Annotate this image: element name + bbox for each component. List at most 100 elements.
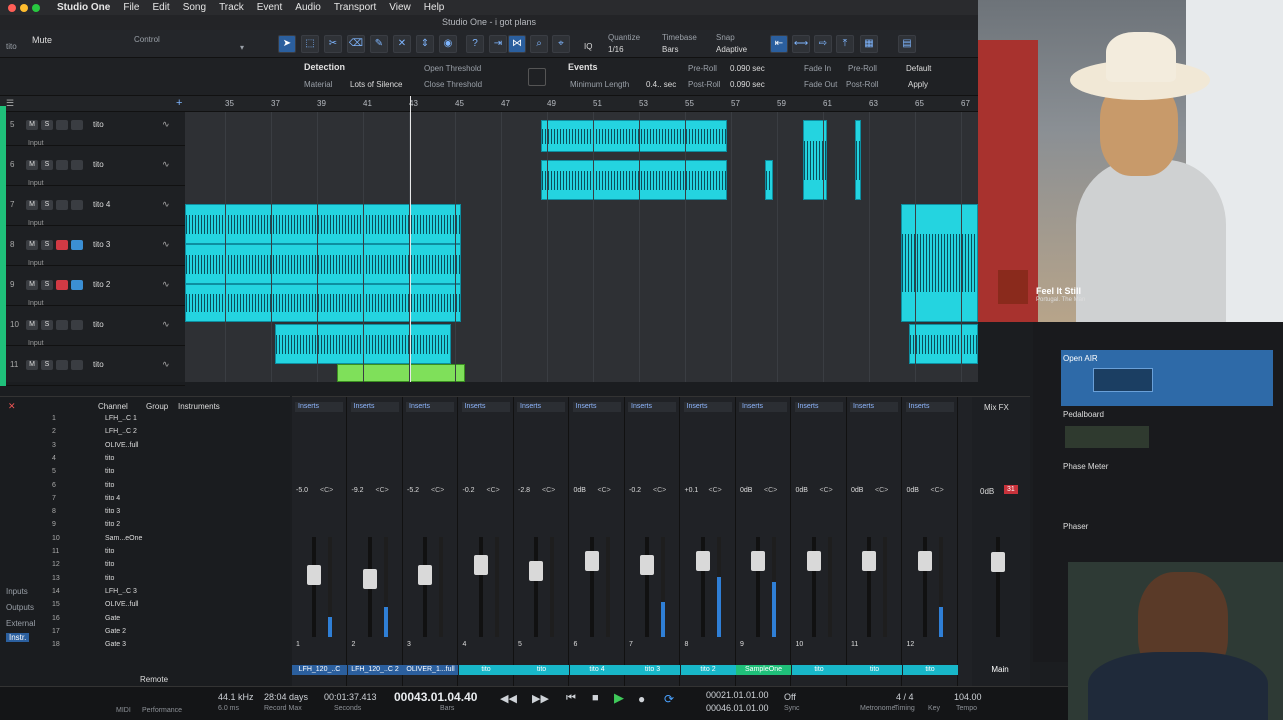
view-icon[interactable]: ▤ (898, 35, 916, 53)
inserts-header[interactable]: Inserts (794, 402, 843, 412)
record-arm-button[interactable] (56, 280, 68, 290)
menu-audio[interactable]: Audio (295, 2, 321, 13)
minimize-window-button[interactable] (20, 3, 28, 12)
menu-edit[interactable]: Edit (152, 2, 169, 13)
track-header[interactable]: 8 M Stito 3 Input ∿ (0, 226, 185, 267)
mute-label[interactable]: Mute (32, 35, 52, 45)
playhead-cursor[interactable] (410, 96, 411, 382)
loop-icon[interactable]: ⟳ (664, 692, 674, 706)
audio-clip[interactable] (909, 324, 978, 364)
fader-track[interactable] (423, 537, 427, 637)
eraser-tool-icon[interactable]: ⌫ (347, 35, 365, 53)
loop-start[interactable]: 00021.01.01.00 (706, 690, 769, 700)
solo-button[interactable]: S (41, 240, 53, 250)
sync-state[interactable]: Off (784, 692, 796, 702)
chevron-down-icon[interactable]: ▾ (240, 43, 244, 52)
track-header[interactable]: 11 M Stito ∿ (0, 346, 185, 386)
menu-transport[interactable]: Transport (334, 2, 376, 13)
waveform-icon[interactable]: ∿ (162, 159, 170, 170)
remote-button[interactable]: Remote (140, 675, 168, 684)
monitor-button[interactable] (71, 200, 83, 210)
channel-pan[interactable]: <C> (764, 487, 777, 494)
monitor-button[interactable] (71, 280, 83, 290)
mute-button[interactable]: M (26, 200, 38, 210)
zoom-icon[interactable]: ⌕ (530, 35, 548, 53)
waveform-icon[interactable]: ∿ (162, 359, 170, 370)
inserts-header[interactable]: Inserts (350, 402, 399, 412)
track-name[interactable]: tito (93, 160, 104, 169)
list-item[interactable]: 16 Gate (40, 615, 170, 627)
channel-volume[interactable]: -0.2 (629, 487, 641, 494)
time-signature[interactable]: 4 / 4 (896, 692, 914, 702)
main-fader-cap[interactable] (991, 552, 1005, 572)
fader-cap[interactable] (806, 551, 821, 571)
channel-pan[interactable]: <C> (431, 487, 444, 494)
track-name[interactable]: tito 4 (93, 200, 110, 209)
minimum-length-value[interactable]: 0.4.. sec (646, 80, 676, 89)
mute-button[interactable]: M (26, 320, 38, 330)
solo-button[interactable]: S (41, 120, 53, 130)
follow-icon[interactable]: ⌖ (552, 35, 570, 53)
waveform-icon[interactable]: ∿ (162, 239, 170, 250)
channel-pan[interactable]: <C> (875, 487, 888, 494)
play-icon[interactable]: ▶ (614, 690, 624, 706)
track-name[interactable]: tito (93, 120, 104, 129)
channel-volume[interactable]: -9.2 (352, 487, 364, 494)
fader-cap[interactable] (307, 565, 321, 585)
mute-button[interactable]: M (26, 240, 38, 250)
mix-fx-label[interactable]: Mix FX (984, 403, 1009, 412)
record-arm-button[interactable] (56, 160, 68, 170)
inserts-header[interactable]: Inserts (517, 402, 565, 412)
tempo-value[interactable]: 104.00 (954, 692, 982, 702)
audio-clip[interactable] (337, 364, 465, 382)
channel-pan[interactable]: <C> (931, 487, 944, 494)
inserts-header[interactable]: Inserts (683, 402, 732, 412)
help-icon[interactable]: ? (466, 35, 484, 53)
channel-volume[interactable]: -0.2 (463, 487, 475, 494)
threshold-knob[interactable] (528, 68, 546, 86)
side-outputs[interactable]: Outputs (6, 603, 34, 612)
channel-volume[interactable]: 0dB (851, 487, 863, 494)
fx-phaser[interactable]: Phaser (1063, 522, 1088, 531)
fader-cap[interactable] (862, 551, 876, 571)
list-item[interactable]: 9 tito 2 (40, 521, 170, 533)
split-tool-icon[interactable]: ✂ (324, 35, 342, 53)
inserts-header[interactable]: Inserts (739, 402, 787, 412)
inserts-header[interactable]: Inserts (572, 402, 621, 412)
time-seconds[interactable]: 00:01:37.413 (324, 692, 377, 702)
list-item[interactable]: 3 OLIVE..full (40, 442, 170, 454)
record-arm-button[interactable] (56, 320, 68, 330)
record-arm-button[interactable] (56, 200, 68, 210)
audio-clip[interactable] (541, 160, 727, 200)
inserts-header[interactable]: Inserts (295, 402, 343, 412)
inserts-header[interactable]: Inserts (850, 402, 898, 412)
track-name[interactable]: tito 2 (93, 280, 110, 289)
channel-volume[interactable]: +0.1 (685, 487, 699, 494)
main-volume[interactable]: 0dB (980, 487, 994, 496)
close-icon[interactable]: ✕ (8, 401, 16, 412)
channel-pan[interactable]: <C> (487, 487, 500, 494)
inserts-header[interactable]: Inserts (406, 402, 454, 412)
list-item[interactable]: 7 tito 4 (40, 495, 170, 507)
fader-cap[interactable] (917, 551, 932, 571)
record-arm-button[interactable] (56, 240, 68, 250)
channel-volume[interactable]: 0dB (740, 487, 752, 494)
mute-button[interactable]: M (26, 280, 38, 290)
record-arm-button[interactable] (56, 360, 68, 370)
fader-cap[interactable] (362, 569, 377, 589)
side-instr[interactable]: Instr. (6, 633, 30, 642)
mute-button[interactable]: M (26, 360, 38, 370)
side-inputs[interactable]: Inputs (6, 587, 28, 596)
fader-cap[interactable] (529, 561, 543, 581)
track-name[interactable]: tito (93, 320, 104, 329)
menu-song[interactable]: Song (183, 2, 206, 13)
monitor-button[interactable] (71, 320, 83, 330)
list-item[interactable]: 17 Gate 2 (40, 628, 170, 640)
forward-icon[interactable]: ▶▶ (532, 692, 549, 705)
mute-tool-icon[interactable]: ✕ (393, 35, 411, 53)
fader-cap[interactable] (695, 551, 710, 571)
menu-event[interactable]: Event (257, 2, 283, 13)
monitor-button[interactable] (71, 160, 83, 170)
track-name[interactable]: tito (93, 360, 104, 369)
menu-help[interactable]: Help (424, 2, 445, 13)
